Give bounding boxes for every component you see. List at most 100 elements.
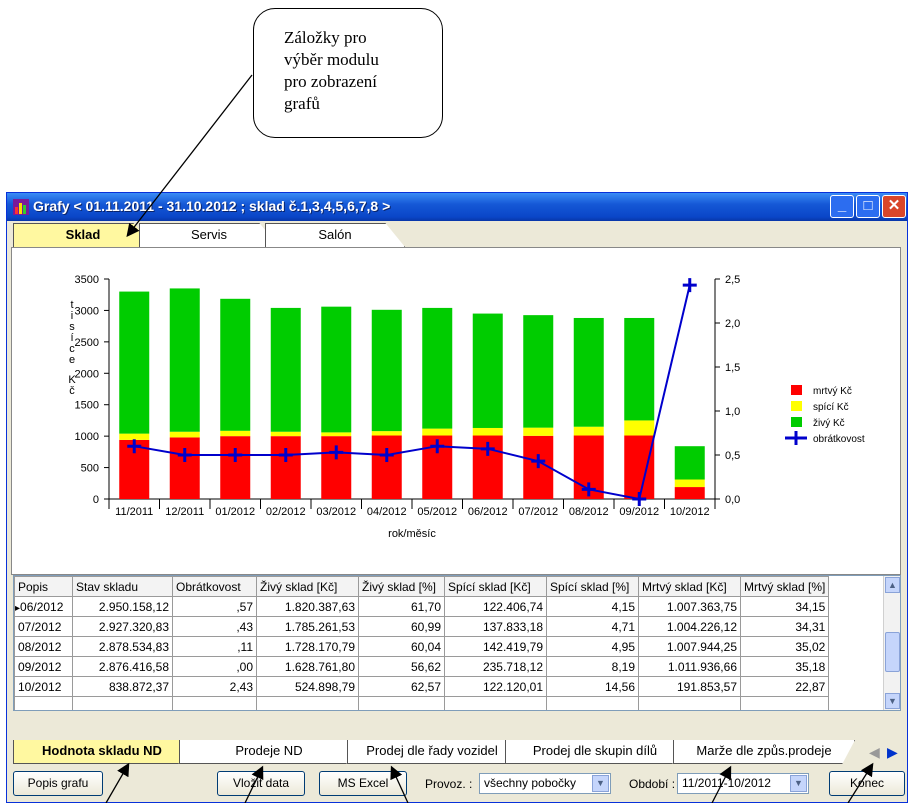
table-cell[interactable]: 1.785.261,53 (256, 616, 359, 637)
column-header[interactable]: Stav skladu (72, 576, 173, 597)
table-cell[interactable]: 62,57 (358, 676, 445, 697)
tab-prodej-rady-vozidel[interactable]: Prodej dle řady vozidel (347, 740, 517, 764)
table-cell[interactable]: 191.853,57 (638, 676, 741, 697)
table-cell[interactable]: 1.011.936,66 (638, 656, 741, 677)
table-cell[interactable]: 2.950.158,12 (72, 596, 173, 617)
maximize-button[interactable]: □ (856, 195, 880, 218)
table-cell[interactable]: 4,15 (546, 596, 639, 617)
table-cell[interactable] (444, 696, 547, 710)
column-header[interactable]: Spící sklad [Kč] (444, 576, 547, 597)
vlozit-data-button[interactable]: Vložit data (217, 771, 305, 796)
table-cell[interactable]: 524.898,79 (256, 676, 359, 697)
table-cell[interactable]: 142.419,79 (444, 636, 547, 657)
table-cell[interactable]: 34,31 (739, 616, 830, 637)
tab-servis[interactable]: Servis (139, 223, 279, 247)
table-cell[interactable]: 09/2012 (14, 656, 73, 677)
table-cell[interactable]: ,43 (172, 616, 257, 637)
table-cell[interactable]: 122.120,01 (444, 676, 547, 697)
table-row[interactable]: 08/2012 2.878.534,83,11 1.728.170,79 60,04 1… (14, 636, 830, 657)
table-cell[interactable]: 2.927.320,83 (72, 616, 173, 637)
table-cell[interactable]: 1.004.226,12 (638, 616, 741, 637)
table-cell[interactable]: 1.007.363,75 (638, 596, 741, 617)
table-cell[interactable]: 10/2012 (14, 676, 73, 697)
bar-0 (674, 487, 705, 499)
column-header[interactable]: Mrtvý sklad [%] (739, 576, 830, 597)
table-cell[interactable]: 235.718,12 (444, 656, 547, 677)
table-cell[interactable]: 07/2012 (14, 616, 73, 637)
table-cell[interactable]: 35,18 (739, 656, 830, 677)
table-cell[interactable] (638, 696, 741, 710)
table-cell[interactable]: 2,43 (172, 676, 257, 697)
table-cell[interactable]: 34,15 (739, 596, 830, 617)
table-cell[interactable]: 1.820.387,63 (256, 596, 359, 617)
table-cell[interactable]: 838.872,37 (72, 676, 173, 697)
table-cell[interactable] (546, 696, 639, 710)
y2-tick-label: 0,5 (725, 450, 740, 462)
table-cell[interactable]: 60,99 (358, 616, 445, 637)
column-header[interactable]: Spící sklad [%] (546, 576, 639, 597)
table-cell[interactable]: ▸06/2012 (14, 596, 73, 617)
tab-marze[interactable]: Marže dle způs.prodeje (673, 740, 855, 764)
table-cell[interactable]: 137.833,18 (444, 616, 547, 637)
table-row-empty[interactable] (14, 696, 830, 710)
tabs-next-icon[interactable]: ▶ (887, 744, 898, 761)
table-cell[interactable] (172, 696, 257, 710)
table-cell[interactable] (14, 696, 73, 710)
tab-salon[interactable]: Salón (265, 223, 405, 247)
scroll-up-button[interactable]: ▲ (885, 577, 900, 593)
table-row[interactable]: 07/2012 2.927.320,83,43 1.785.261,53 60,99 1… (14, 616, 830, 637)
table-cell[interactable]: ,11 (172, 636, 257, 657)
table-row[interactable]: 09/2012 2.876.416,58,00 1.628.761,80 56,62 2… (14, 656, 830, 677)
chevron-down-icon[interactable]: ▼ (790, 775, 807, 792)
table-cell[interactable]: 1.728.170,79 (256, 636, 359, 657)
minimize-button[interactable]: _ (830, 195, 854, 218)
x-tick-label: 10/2012 (670, 506, 710, 518)
ms-excel-button[interactable]: MS Excel (319, 771, 407, 796)
column-header[interactable]: Obrátkovost (172, 576, 257, 597)
tab-sklad[interactable]: Sklad (13, 223, 153, 247)
obdobi-select[interactable]: 11/2011-10/2012 ▼ (677, 773, 809, 794)
table-cell[interactable]: 8,19 (546, 656, 639, 677)
table-cell[interactable]: ,57 (172, 596, 257, 617)
chevron-down-icon[interactable]: ▼ (592, 775, 609, 792)
table-cell[interactable]: 14,56 (546, 676, 639, 697)
column-header[interactable]: Popis (14, 576, 73, 597)
tabs-prev-icon[interactable]: ◀ (869, 744, 880, 761)
scroll-down-button[interactable]: ▼ (885, 693, 900, 709)
bar-1 (472, 427, 503, 436)
table-cell[interactable]: 2.878.534,83 (72, 636, 173, 657)
tab-hodnota-skladu[interactable]: Hodnota skladu ND (13, 740, 191, 764)
table-cell[interactable]: 22,87 (739, 676, 830, 697)
table-cell[interactable] (739, 696, 830, 710)
table-cell[interactable]: 1.007.944,25 (638, 636, 741, 657)
table-cell[interactable]: 56,62 (358, 656, 445, 677)
bar-2 (624, 317, 655, 421)
provoz-select[interactable]: všechny pobočky ▼ (479, 773, 611, 794)
table-cell[interactable]: 122.406,74 (444, 596, 547, 617)
scroll-thumb[interactable] (885, 632, 900, 672)
tab-prodeje-nd[interactable]: Prodeje ND (179, 740, 359, 764)
table-row[interactable]: ▸06/2012 2.950.158,12,57 1.820.387,63 61,70… (14, 596, 830, 617)
table-cell[interactable] (72, 696, 173, 710)
table-cell[interactable]: 4,95 (546, 636, 639, 657)
title-bar[interactable]: Grafy < 01.11.2011 - 31.10.2012 ; sklad … (7, 193, 907, 221)
table-cell[interactable]: 2.876.416,58 (72, 656, 173, 677)
table-cell[interactable]: 08/2012 (14, 636, 73, 657)
table-cell[interactable]: 4,71 (546, 616, 639, 637)
column-header[interactable]: Živý sklad [%] (358, 576, 445, 597)
table-cell[interactable]: 35,02 (739, 636, 830, 657)
table-cell[interactable]: 61,70 (358, 596, 445, 617)
column-header[interactable]: Mrtvý sklad [Kč] (638, 576, 741, 597)
popis-grafu-button[interactable]: Popis grafu (13, 771, 103, 796)
table-cell[interactable]: 60,04 (358, 636, 445, 657)
close-button[interactable]: ✕ (882, 195, 906, 218)
grid-scrollbar[interactable]: ▲ ▼ (883, 576, 900, 710)
tab-prodej-skupin-dilu[interactable]: Prodej dle skupin dílů (505, 740, 685, 764)
konec-button[interactable]: Konec (829, 771, 905, 796)
table-row[interactable]: 10/2012 838.872,37 2,43 524.898,79 62,57 122.… (14, 676, 830, 697)
table-cell[interactable] (256, 696, 359, 710)
column-header[interactable]: Živý sklad [Kč] (256, 576, 359, 597)
table-cell[interactable] (358, 696, 445, 710)
table-cell[interactable]: ,00 (172, 656, 257, 677)
table-cell[interactable]: 1.628.761,80 (256, 656, 359, 677)
